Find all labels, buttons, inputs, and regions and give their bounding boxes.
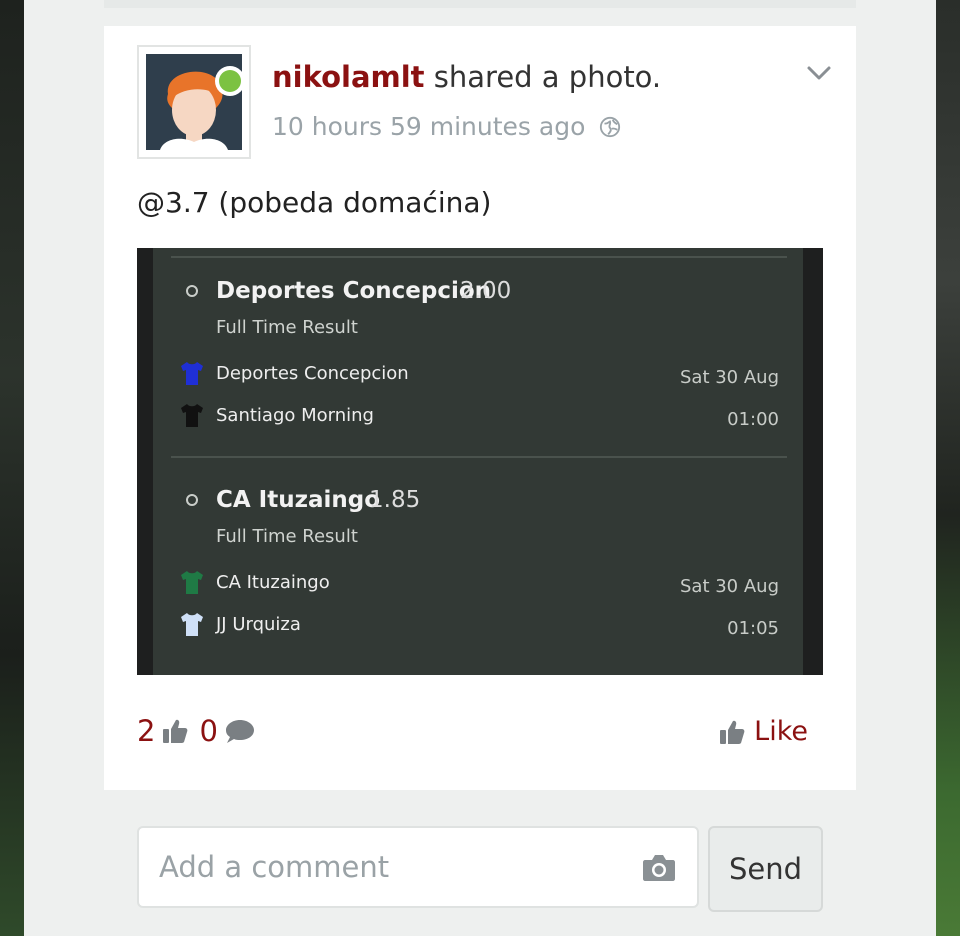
- like-count[interactable]: 2: [137, 714, 155, 748]
- away-team: JJ Urquiza: [216, 614, 301, 635]
- selection-name: Deportes Concepcion: [216, 278, 492, 304]
- previous-card-edge: [104, 0, 856, 8]
- match-date: Sat 30 Aug: [679, 367, 779, 388]
- feed-page: nikolamlt shared a photo. 10 hours 59 mi…: [24, 0, 936, 936]
- match-date: Sat 30 Aug: [679, 576, 779, 597]
- thumbs-up-icon: [720, 720, 745, 744]
- post-timestamp[interactable]: 10 hours 59 minutes ago: [272, 112, 585, 141]
- post-stats: 2 0: [137, 714, 266, 748]
- post-timestamp-row: 10 hours 59 minutes ago: [272, 112, 621, 141]
- camera-icon[interactable]: [641, 852, 677, 882]
- like-button-label: Like: [754, 716, 808, 747]
- away-shirt-icon: [181, 404, 203, 427]
- post-action-text: shared a photo.: [433, 60, 662, 94]
- away-shirt-icon: [181, 613, 203, 636]
- online-status-dot: [215, 66, 242, 96]
- match-time: 01:00: [727, 409, 779, 430]
- post-text: @3.7 (pobeda domaćina): [137, 186, 492, 219]
- chevron-down-icon[interactable]: [806, 62, 832, 84]
- match-time: 01:05: [727, 618, 779, 639]
- author-name-link[interactable]: nikolamlt: [272, 60, 425, 94]
- away-team: Santiago Morning: [216, 405, 374, 426]
- globe-icon: [600, 116, 621, 137]
- comment-box: [137, 826, 699, 908]
- comment-bubble-icon: [225, 720, 254, 743]
- selection-odds: 1.85: [369, 487, 421, 513]
- home-shirt-icon: [181, 362, 203, 385]
- post-header: nikolamlt shared a photo.: [272, 60, 661, 94]
- post-card: nikolamlt shared a photo. 10 hours 59 mi…: [104, 26, 856, 790]
- home-team: Deportes Concepcion: [216, 363, 409, 384]
- slip-divider: [171, 256, 787, 258]
- background-left: [0, 0, 24, 936]
- shared-photo[interactable]: Deportes Concepcion 2.00 Full Time Resul…: [137, 248, 823, 675]
- selection-radio: [186, 494, 198, 506]
- market-label: Full Time Result: [216, 317, 358, 338]
- comment-count[interactable]: 0: [199, 714, 217, 748]
- home-team: CA Ituzaingo: [216, 572, 330, 593]
- bet-slip-screenshot: Deportes Concepcion 2.00 Full Time Resul…: [153, 248, 803, 675]
- avatar[interactable]: [137, 45, 251, 159]
- home-shirt-icon: [181, 571, 203, 594]
- avatar-image: [146, 54, 242, 150]
- thumbs-up-icon: [163, 719, 188, 743]
- like-button[interactable]: Like: [718, 716, 808, 747]
- selection-name: CA Ituzaingo: [216, 487, 381, 513]
- selection-odds: 2.00: [460, 278, 512, 304]
- market-label: Full Time Result: [216, 526, 358, 547]
- slip-divider: [171, 456, 787, 458]
- comment-input[interactable]: [159, 828, 629, 906]
- send-button[interactable]: Send: [708, 826, 823, 912]
- selection-radio: [186, 285, 198, 297]
- background-right: [936, 0, 960, 936]
